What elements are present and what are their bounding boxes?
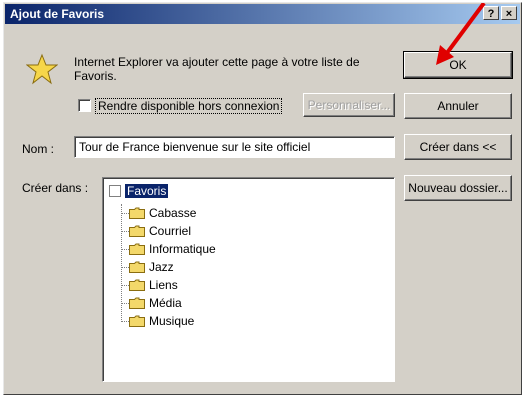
tree-folder-item[interactable]: Jazz	[129, 258, 174, 276]
folder-icon	[129, 261, 145, 273]
star-icon	[26, 53, 58, 85]
name-label: Nom :	[22, 142, 55, 156]
tree-folder-label: Informatique	[149, 242, 216, 256]
tree-folder-label: Média	[149, 296, 182, 310]
new-folder-button[interactable]: Nouveau dossier...	[404, 175, 512, 201]
tree-folder-item[interactable]: Informatique	[129, 240, 216, 258]
folder-icon	[129, 279, 145, 291]
tree-folder-label: Courriel	[149, 224, 192, 238]
create-in-label: Créer dans :	[22, 181, 89, 195]
folder-icon	[129, 315, 145, 327]
red-arrow-annotation	[436, 3, 486, 65]
tree-root-label: Favoris	[125, 184, 169, 198]
tree-root-favorites[interactable]: Favoris	[109, 182, 169, 200]
tree-folder-item[interactable]: Courriel	[129, 222, 191, 240]
close-button[interactable]: ×	[501, 6, 517, 20]
create-in-button[interactable]: Créer dans <<	[404, 134, 512, 160]
offline-checkbox[interactable]	[78, 99, 91, 112]
folder-icon	[129, 207, 145, 219]
tree-folder-item[interactable]: Musique	[129, 312, 194, 330]
tree-folder-item[interactable]: Liens	[129, 276, 178, 294]
tree-folder-label: Cabasse	[149, 206, 197, 220]
tree-folder-item[interactable]: Média	[129, 294, 182, 312]
cancel-button[interactable]: Annuler	[404, 93, 512, 119]
tree-folder-label: Liens	[149, 278, 178, 292]
tree-folder-label: Jazz	[149, 260, 174, 274]
favorites-folder-icon	[109, 185, 121, 197]
folder-tree[interactable]: Favoris Cabasse Courriel Informatique Jazz L…	[102, 177, 395, 382]
add-favorites-dialog: Ajout de Favoris ? × Internet Explorer v…	[3, 2, 522, 395]
folder-icon	[129, 297, 145, 309]
customize-button: Personnaliser...	[303, 93, 395, 117]
dialog-title: Ajout de Favoris	[10, 7, 105, 21]
folder-icon	[129, 243, 145, 255]
offline-checkbox-label[interactable]: Rendre disponible hors connexion	[95, 98, 283, 114]
tree-folder-label: Musique	[149, 314, 195, 328]
tree-folder-item[interactable]: Cabasse	[129, 204, 196, 222]
info-message: Internet Explorer va ajouter cette page …	[74, 55, 360, 83]
folder-icon	[129, 225, 145, 237]
name-input[interactable]: Tour de France bienvenue sur le site off…	[74, 136, 395, 158]
